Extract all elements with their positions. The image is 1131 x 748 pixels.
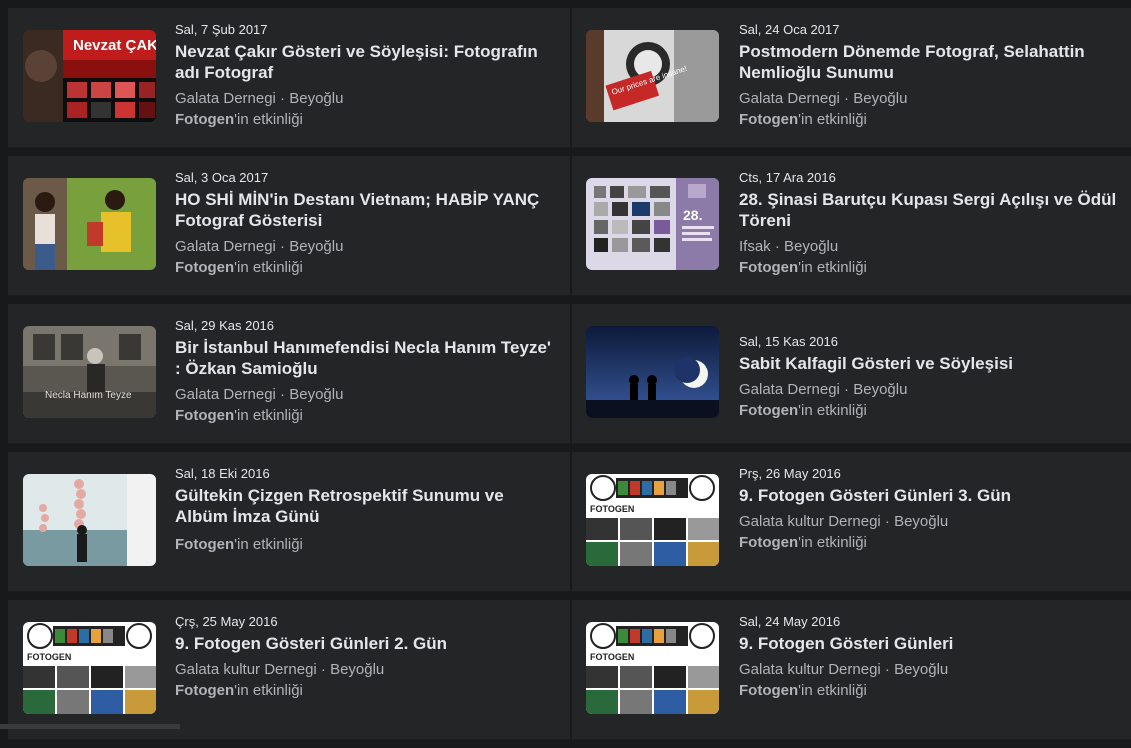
event-title[interactable]: 9. Fotogen Gösteri Günleri 2. Gün [175, 633, 560, 654]
host-link[interactable]: Fotogen [739, 534, 798, 551]
event-title[interactable]: Bir İstanbul Hanımefendisi Necla Hanım T… [175, 337, 560, 379]
event-thumbnail[interactable]: Necla Hanım Teyze [23, 326, 156, 418]
event-title[interactable]: 28. Şinasi Barutçu Kupası Sergi Açılışı … [739, 189, 1131, 231]
event-title[interactable]: HO SHİ MİN'in Destanı Vietnam; HABİP YAN… [175, 189, 560, 231]
event-thumbnail[interactable]: FOTOGEN [23, 622, 156, 714]
event-place: Galata Dernegi · Beyoğlu [175, 238, 344, 255]
event-date: Sal, 3 Oca 2017 [175, 170, 269, 185]
event-card[interactable]: Sal, 18 Eki 2016 Gültekin Çizgen Retrosp… [8, 452, 570, 592]
event-host: Fotogen'in etkinliği [175, 681, 560, 701]
thumb-title-text: Nevzat ÇAK [73, 37, 156, 54]
events-grid: Nevzat ÇAK Sal, 7 Şub 2017 Nevzat Çakır … [8, 8, 1131, 748]
event-card[interactable]: 28. Cts, 17 Ara 2016 28. Şinasi Barutçu … [572, 156, 1131, 296]
event-date: Prş, 26 May 2016 [739, 466, 841, 481]
host-suffix: 'in etkinliği [234, 682, 303, 699]
event-date: Çrş, 25 May 2016 [175, 614, 278, 629]
event-card[interactable]: Nevzat ÇAK Sal, 7 Şub 2017 Nevzat Çakır … [8, 8, 570, 148]
event-date: Sal, 18 Eki 2016 [175, 466, 270, 481]
event-date: Sal, 24 May 2016 [739, 614, 841, 629]
thumb-number-text: 28. [683, 207, 702, 223]
host-suffix: 'in etkinliği [234, 111, 303, 128]
host-link[interactable]: Fotogen [739, 259, 798, 276]
host-link[interactable]: Fotogen [175, 536, 234, 553]
event-host: Fotogen'in etkinliği [739, 110, 1131, 130]
host-link[interactable]: Fotogen [175, 407, 234, 424]
event-thumbnail[interactable] [586, 326, 719, 418]
event-thumbnail[interactable] [23, 474, 156, 566]
event-host: Fotogen'in etkinliği [175, 258, 560, 278]
event-card[interactable]: Our prices are insane! Sal, 24 Oca 2017 … [572, 8, 1131, 148]
event-card[interactable]: Sal, 3 Oca 2017 HO SHİ MİN'in Destanı Vi… [8, 156, 570, 296]
event-title[interactable]: Gültekin Çizgen Retrospektif Sunumu ve A… [175, 485, 560, 527]
event-place: Galata kultur Dernegi · Beyoğlu [175, 661, 385, 678]
event-thumbnail[interactable]: FOTOGEN [586, 622, 719, 714]
host-suffix: 'in etkinliği [798, 111, 867, 128]
event-thumbnail[interactable]: FOTOGEN [586, 474, 719, 566]
host-suffix: 'in etkinliği [234, 259, 303, 276]
event-thumbnail[interactable]: Our prices are insane! [586, 30, 719, 122]
event-host: Fotogen'in etkinliği [739, 681, 1131, 701]
host-link[interactable]: Fotogen [175, 259, 234, 276]
host-link[interactable]: Fotogen [175, 682, 234, 699]
event-host: Fotogen'in etkinliği [739, 258, 1131, 278]
thumb-caption-text: Necla Hanım Teyze [45, 390, 132, 401]
event-host: Fotogen'in etkinliği [175, 110, 560, 130]
event-title[interactable]: Postmodern Dönemde Fotograf, Selahattin … [739, 41, 1131, 83]
event-card[interactable]: FOTOGEN Sal, 24 May 2016 9. Fotogen Göst… [572, 600, 1131, 740]
event-title[interactable]: 9. Fotogen Gösteri Günleri [739, 633, 1131, 654]
event-title[interactable]: 9. Fotogen Gösteri Günleri 3. Gün [739, 485, 1131, 506]
event-place: Galata kultur Dernegi · Beyoğlu [739, 513, 949, 530]
event-place: Galata Dernegi · Beyoğlu [175, 90, 344, 107]
host-link[interactable]: Fotogen [739, 682, 798, 699]
event-date: Sal, 15 Kas 2016 [739, 334, 839, 349]
event-card[interactable]: FOTOGEN Çrş, 25 May 2016 9. Fotogen Göst… [8, 600, 570, 740]
event-card[interactable]: Necla Hanım Teyze Sal, 29 Kas 2016 Bir İ… [8, 304, 570, 444]
event-date: Sal, 24 Oca 2017 [739, 22, 840, 37]
thumb-logo-text: FOTOGEN [590, 504, 634, 514]
host-suffix: 'in etkinliği [798, 682, 867, 699]
event-host: Fotogen'in etkinliği [175, 535, 560, 555]
event-host: Fotogen'in etkinliği [175, 406, 560, 426]
event-place: Galata Dernegi · Beyoğlu [739, 381, 908, 398]
host-suffix: 'in etkinliği [798, 534, 867, 551]
host-suffix: 'in etkinliği [798, 259, 867, 276]
event-place: Galata Dernegi · Beyoğlu [739, 90, 908, 107]
event-title[interactable]: Sabit Kalfagil Gösteri ve Söyleşisi [739, 353, 1131, 374]
event-card[interactable]: FOTOGEN Prş, 26 May 2016 9. Fotogen Göst… [572, 452, 1131, 592]
event-host: Fotogen'in etkinliği [739, 401, 1131, 421]
event-date: Sal, 7 Şub 2017 [175, 22, 268, 37]
event-host: Fotogen'in etkinliği [739, 533, 1131, 553]
thumb-logo-text: FOTOGEN [590, 652, 634, 662]
host-suffix: 'in etkinliği [234, 536, 303, 553]
event-thumbnail[interactable] [23, 178, 156, 270]
host-suffix: 'in etkinliği [234, 407, 303, 424]
host-link[interactable]: Fotogen [175, 111, 234, 128]
horizontal-scrollbar[interactable] [0, 724, 180, 729]
event-thumbnail[interactable]: Nevzat ÇAK [23, 30, 156, 122]
host-link[interactable]: Fotogen [739, 402, 798, 419]
event-place: Galata Dernegi · Beyoğlu [175, 386, 344, 403]
event-date: Cts, 17 Ara 2016 [739, 170, 836, 185]
host-link[interactable]: Fotogen [739, 111, 798, 128]
event-title[interactable]: Nevzat Çakır Gösteri ve Söyleşisi: Fotog… [175, 41, 560, 83]
event-place: Galata kultur Dernegi · Beyoğlu [739, 661, 949, 678]
host-suffix: 'in etkinliği [798, 402, 867, 419]
event-place: Ifsak · Beyoğlu [739, 238, 839, 255]
thumb-logo-text: FOTOGEN [27, 652, 71, 662]
event-card[interactable]: Sal, 15 Kas 2016 Sabit Kalfagil Gösteri … [572, 304, 1131, 444]
event-date: Sal, 29 Kas 2016 [175, 318, 275, 333]
event-thumbnail[interactable]: 28. [586, 178, 719, 270]
